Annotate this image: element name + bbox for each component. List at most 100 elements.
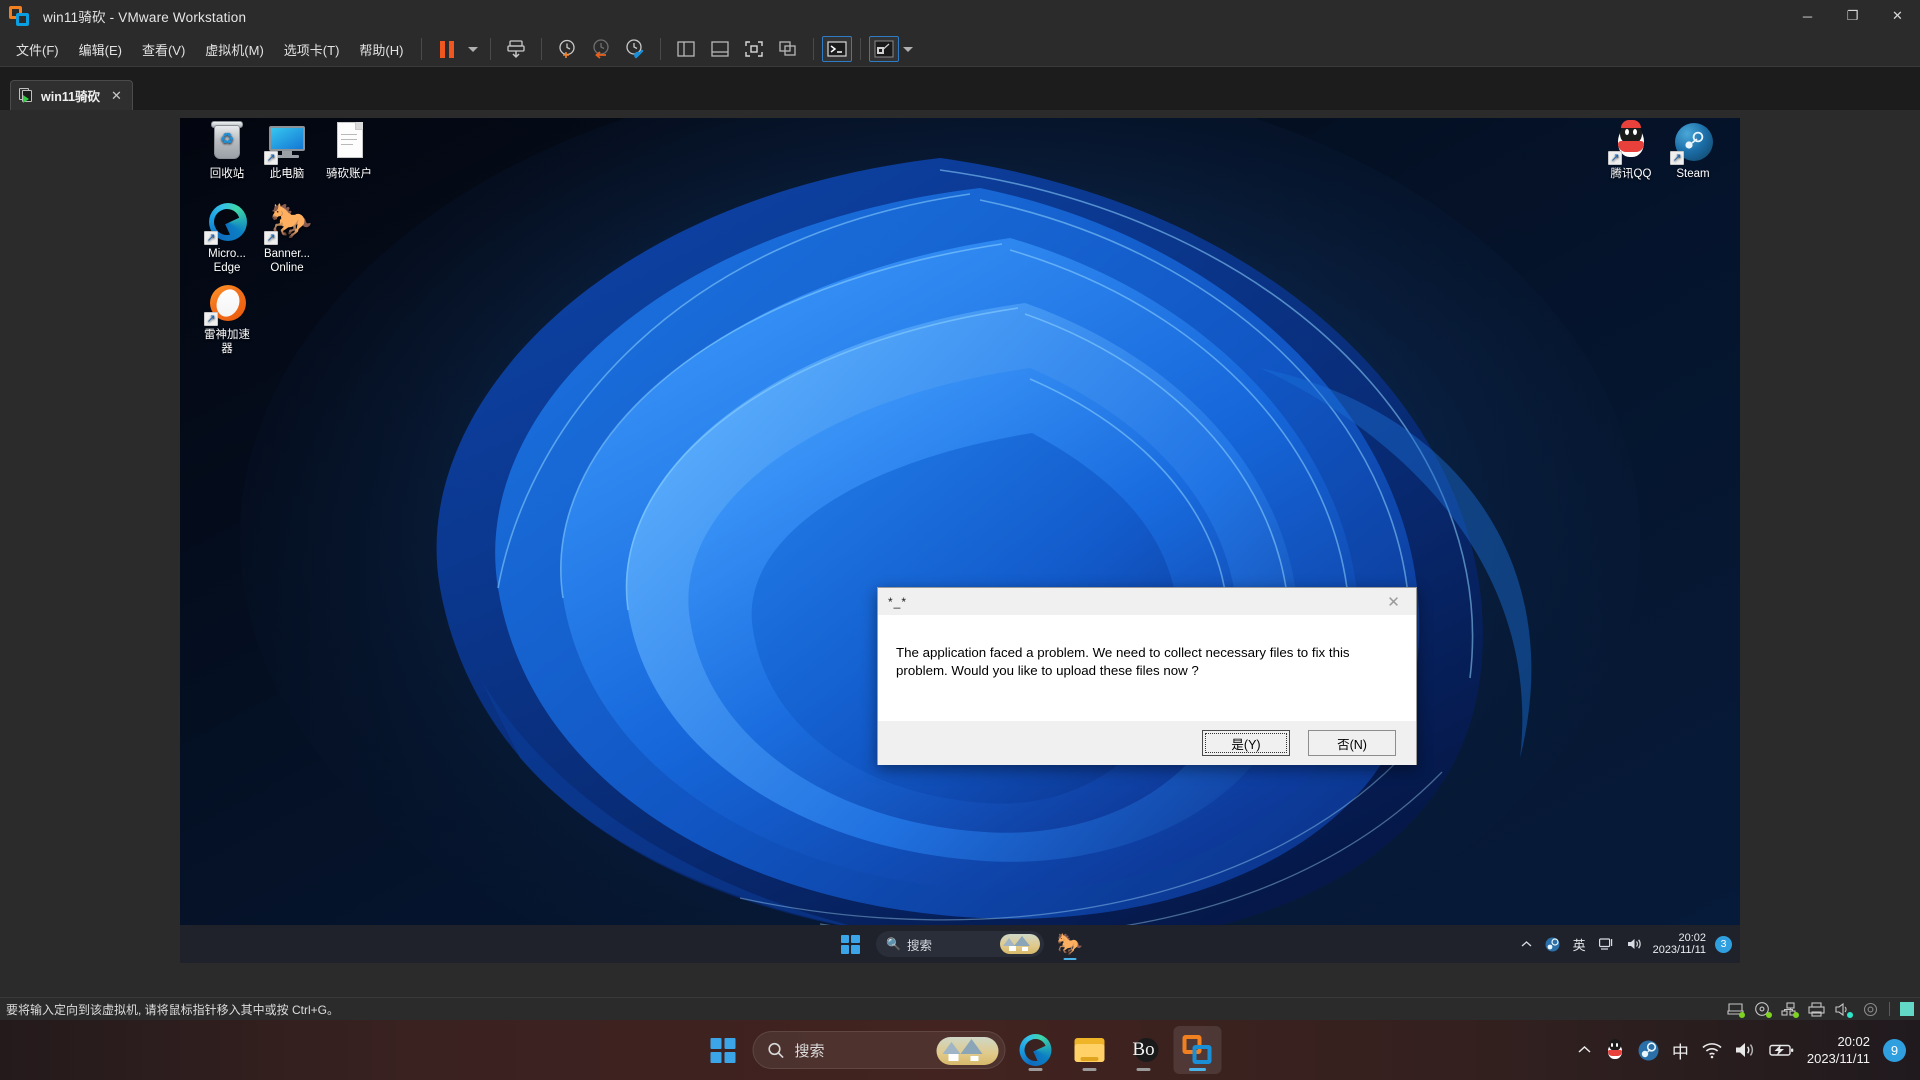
tray-steam-button[interactable] [1638,1035,1659,1065]
tray-volume-button[interactable] [1625,932,1644,956]
menu-edit[interactable]: 编辑(E) [69,35,132,64]
show-thumbnail-bar-button[interactable] [703,35,737,63]
desktop-icon-label: Steam [1676,168,1710,180]
tray-qq-button[interactable] [1605,1035,1625,1065]
host-start-button[interactable] [699,1026,747,1074]
vm-tab-close-button[interactable]: ✕ [107,88,126,104]
status-printer-icon[interactable] [1808,1001,1825,1017]
host-system-tray: 中 20:02 2023/11/11 9 [1577,1020,1906,1080]
maximize-button[interactable]: ❐ [1830,0,1875,32]
desktop-icon-bannerlord-online[interactable]: 🐎 ↗ Banner... Online [248,200,326,275]
running-indicator [1028,1068,1043,1071]
host-taskbar-app-edge[interactable] [1012,1026,1060,1074]
vm-tab-win11[interactable]: win11骑砍 ✕ [10,80,133,110]
toolbar-separator [813,38,815,60]
status-cd-dvd-icon[interactable] [1754,1001,1772,1018]
document-icon [327,120,371,164]
search-highlight-thumbnail-icon [936,1037,999,1065]
pause-button[interactable] [430,35,464,63]
minimize-button[interactable]: ─ [1785,0,1830,32]
desktop-icon-qikan-account[interactable]: 骑砍账户 [310,120,388,182]
host-taskbar-app-bo[interactable]: Bo [1120,1026,1168,1074]
running-indicator [1136,1068,1151,1071]
host-clock-date: 2023/11/11 [1806,1051,1870,1066]
host-notification-badge[interactable]: 9 [1883,1038,1906,1062]
guest-notification-badge[interactable]: 3 [1715,935,1732,953]
revert-snapshot-icon [593,39,610,59]
dialog-no-button[interactable]: 否(N) [1308,730,1396,756]
horse-icon: 🐎 ↗ [264,200,312,245]
revert-snapshot-button[interactable] [584,35,618,63]
host-clock[interactable]: 20:02 2023/11/11 [1807,1033,1870,1067]
status-sound-icon[interactable] [1835,1002,1853,1018]
enter-fullscreen-button[interactable] [737,35,771,63]
menu-tabs[interactable]: 选项卡(T) [274,35,350,64]
host-taskbar-app-vmware[interactable] [1173,1026,1222,1074]
tray-battery-button[interactable] [1769,1035,1794,1065]
host-search-box[interactable]: 搜索 [752,1031,1006,1069]
qq-penguin-icon [1605,1039,1625,1061]
remote-dropdown-button[interactable] [899,35,917,63]
snapshot-manager-button[interactable] [618,35,652,63]
status-network-icon[interactable] [1781,1001,1799,1018]
volume-icon [1627,939,1641,949]
vm-tab-bar: win11骑砍 ✕ [0,66,1920,110]
close-button[interactable]: ✕ [1875,0,1920,32]
edge-icon [1019,1034,1052,1066]
dialog-yes-button[interactable]: 是(Y) [1202,730,1290,756]
guest-search-box[interactable]: 🔍 搜索 [876,931,1044,957]
status-hard-disk-icon[interactable] [1727,1002,1745,1018]
remote-device-button[interactable] [869,36,900,62]
horse-icon: 🐎 [1056,932,1084,956]
send-keys-icon [507,40,526,59]
tray-steam-button[interactable] [1543,932,1562,956]
network-icon [1598,938,1612,950]
send-keys-button[interactable] [499,35,533,63]
desktop-icon-steam[interactable]: ↗ Steam [1654,120,1732,182]
vmware-status-bar: 要将输入定向到该虚拟机, 请将鼠标指针移入其中或按 Ctrl+G。 [0,997,1920,1020]
show-library-button[interactable] [669,35,703,63]
status-camera-icon[interactable] [1862,1002,1879,1017]
dialog-message: The application faced a problem. We need… [896,645,1350,678]
menu-vm[interactable]: 虚拟机(M) [195,35,274,64]
tray-wifi-button[interactable] [1702,1035,1722,1065]
desktop-icon-leishen-accelerator[interactable]: ↗ 雷神加速 器 [188,281,266,356]
tray-overflow-button[interactable] [1519,932,1534,956]
tray-network-button[interactable] [1597,932,1616,956]
pause-icon [440,40,455,58]
host-taskbar-app-file-explorer[interactable] [1066,1026,1114,1074]
tray-volume-button[interactable] [1735,1035,1756,1065]
take-snapshot-button[interactable] [550,35,584,63]
edge-icon: ↗ [204,200,249,245]
taskbar-app-bannerlord[interactable]: 🐎 [1052,927,1088,961]
status-message: 要将输入定向到该虚拟机, 请将鼠标指针移入其中或按 Ctrl+G。 [6,1002,340,1017]
steam-icon [1545,937,1560,951]
dialog-close-button[interactable]: ✕ [1371,588,1416,615]
guest-start-button[interactable] [832,927,868,961]
guest-clock-date: 2023/11/11 [1652,944,1706,956]
menu-file[interactable]: 文件(F) [6,35,69,64]
titlebar: win11骑砍 - VMware Workstation ─ ❐ ✕ [0,0,1920,32]
win11-bloom-wallpaper [180,118,1740,963]
volume-icon [1735,1043,1753,1057]
console-view-icon [827,41,848,57]
power-dropdown-button[interactable] [464,35,482,63]
shortcut-arrow-icon: ↗ [264,231,278,245]
tray-overflow-button[interactable] [1577,1035,1592,1065]
chevron-up-icon [1521,940,1531,946]
tray-ime-indicator[interactable]: 英 [1571,932,1588,956]
unity-mode-button[interactable] [771,35,805,63]
enter-fullscreen-icon [745,41,764,57]
menu-help[interactable]: 帮助(H) [349,35,413,64]
menu-view[interactable]: 查看(V) [132,35,195,64]
error-dialog[interactable]: *_* ✕ The application faced a problem. W… [877,587,1417,765]
running-indicator [1189,1068,1206,1071]
chevron-up-icon [1578,1045,1591,1053]
tray-ime-indicator[interactable]: 中 [1672,1035,1689,1065]
message-indicator-icon[interactable] [1900,1002,1914,1016]
guest-screen[interactable]: ♻ 回收站 ↗ 此电脑 骑砍账户 ↗ Micro... Edge 🐎 ↗ Ban… [180,118,1740,963]
running-indicator [1082,1068,1097,1071]
desktop-icon-label-line2: Online [270,261,304,274]
guest-clock[interactable]: 20:02 2023/11/11 [1653,932,1706,957]
console-view-button[interactable] [822,36,853,62]
